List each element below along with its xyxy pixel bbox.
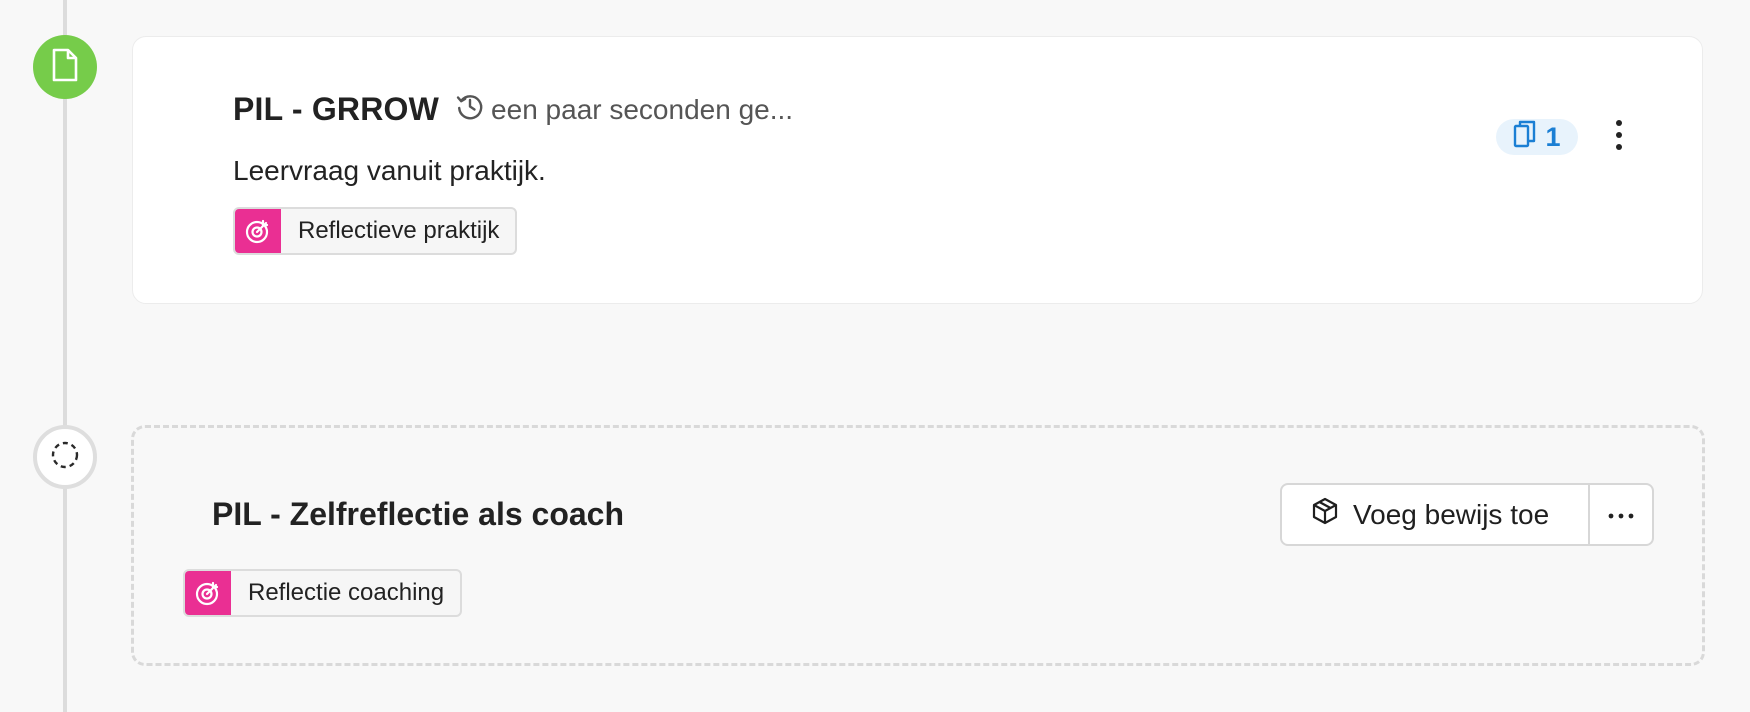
card-title: PIL - Zelfreflectie als coach: [212, 496, 625, 532]
tag-label: Reflectieve praktijk: [298, 217, 500, 244]
card-header: PIL - GRROW een paar seconden ge...: [233, 91, 793, 128]
dashed-circle-icon: [50, 440, 80, 475]
document-icon: [51, 48, 79, 87]
attachment-count: 1: [1545, 121, 1561, 152]
last-updated: een paar seconden ge...: [455, 91, 793, 128]
target-icon: [235, 209, 281, 253]
add-evidence-label: Voeg bewijs toe: [1353, 498, 1550, 530]
card-menu-button[interactable]: [1601, 115, 1637, 159]
add-evidence-button[interactable]: Voeg bewijs toe: [1282, 485, 1588, 544]
add-evidence-button-group: Voeg bewijs toe: [1280, 483, 1654, 546]
competence-tag[interactable]: Reflectieve praktijk: [233, 207, 518, 255]
timeline-card-completed[interactable]: PIL - GRROW een paar seconden ge... Leer…: [132, 36, 1703, 304]
tag-label: Reflectie coaching: [248, 579, 445, 606]
attachment-count-badge[interactable]: 1: [1496, 119, 1578, 155]
history-icon: [455, 91, 491, 128]
card-description: Leervraag vanuit praktijk.: [233, 155, 546, 186]
copy-icon: [1513, 120, 1537, 155]
target-icon: [185, 571, 231, 615]
timeline-line: [63, 0, 67, 712]
timeline-node-completed: [33, 35, 97, 99]
box-icon: [1311, 497, 1339, 532]
kebab-vertical-icon: [1615, 119, 1623, 156]
more-options-button[interactable]: [1588, 485, 1652, 544]
card-title[interactable]: PIL - GRROW: [233, 91, 439, 128]
timeline-node-pending: [33, 425, 97, 489]
competence-tag[interactable]: Reflectie coaching: [183, 569, 463, 617]
last-updated-text: een paar seconden ge...: [491, 93, 794, 125]
timeline-card-pending: PIL - Zelfreflectie als coach Reflectie …: [131, 425, 1705, 666]
ellipsis-icon: [1608, 506, 1634, 524]
